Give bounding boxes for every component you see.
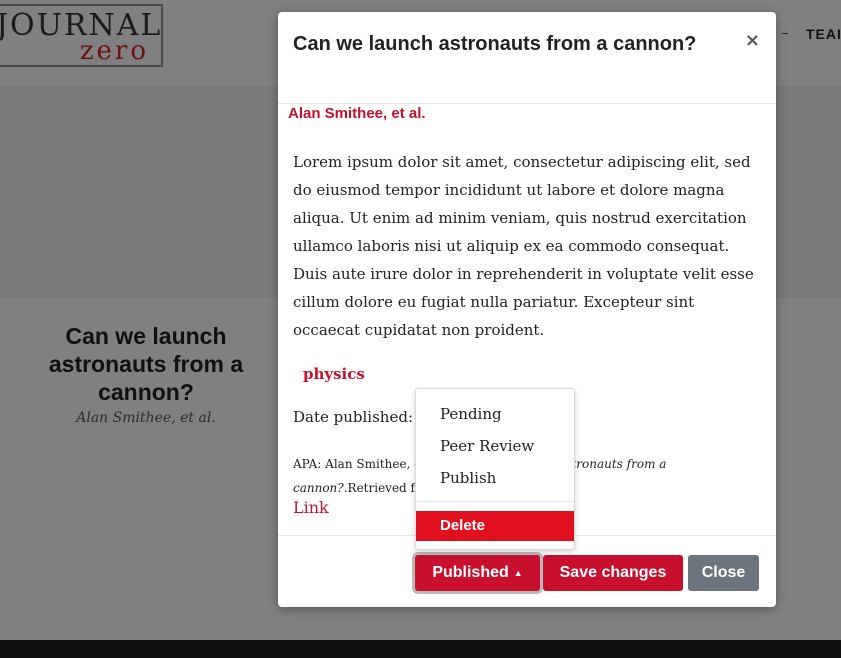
modal-author: Alan Smithee, et al.	[288, 105, 426, 122]
article-card-title: Can we launch astronauts from a cannon?	[48, 323, 244, 405]
nav-item-team[interactable]: TEAI	[806, 26, 841, 42]
modal-title: Can we launch astronauts from a cannon?	[293, 33, 697, 55]
journal-logo[interactable]: JOURNAL zero	[0, 4, 163, 67]
status-dropdown-menu: Pending Peer Review Publish Delete	[415, 388, 575, 550]
dropdown-item-publish[interactable]: Publish	[416, 464, 574, 492]
article-card-author: Alan Smithee, et al.	[76, 410, 216, 426]
close-icon[interactable]: ×	[745, 30, 760, 51]
date-published: Date published:	[293, 408, 413, 426]
dropdown-item-pending[interactable]: Pending	[416, 400, 574, 428]
site-footer	[0, 640, 841, 658]
save-changes-button[interactable]: Save changes	[543, 555, 683, 591]
caret-up-icon: ▲	[513, 568, 523, 578]
dropdown-item-peer-review[interactable]: Peer Review	[416, 432, 574, 460]
dropdown-item-delete[interactable]: Delete	[416, 511, 574, 541]
article-link[interactable]: Link	[293, 498, 329, 517]
dropdown-divider	[416, 501, 574, 502]
logo-text-zero: zero	[79, 36, 149, 66]
citation-suffix: .Retrieved fr	[343, 481, 421, 495]
nav-separator	[782, 33, 788, 34]
subject-tag[interactable]: physics	[303, 365, 365, 383]
article-card[interactable]: Can we launch astronauts from a cannon? …	[20, 322, 272, 426]
modal-abstract: Lorem ipsum dolor sit amet, consectetur …	[293, 153, 754, 339]
close-button[interactable]: Close	[688, 555, 759, 591]
status-button-label: Published	[432, 564, 509, 581]
status-dropdown-button[interactable]: Published ▲	[415, 555, 540, 591]
modal-header: Can we launch astronauts from a cannon? …	[278, 12, 776, 104]
date-label: Date published:	[293, 408, 413, 426]
citation-prefix: APA: Alan Smithee, e	[293, 457, 422, 471]
